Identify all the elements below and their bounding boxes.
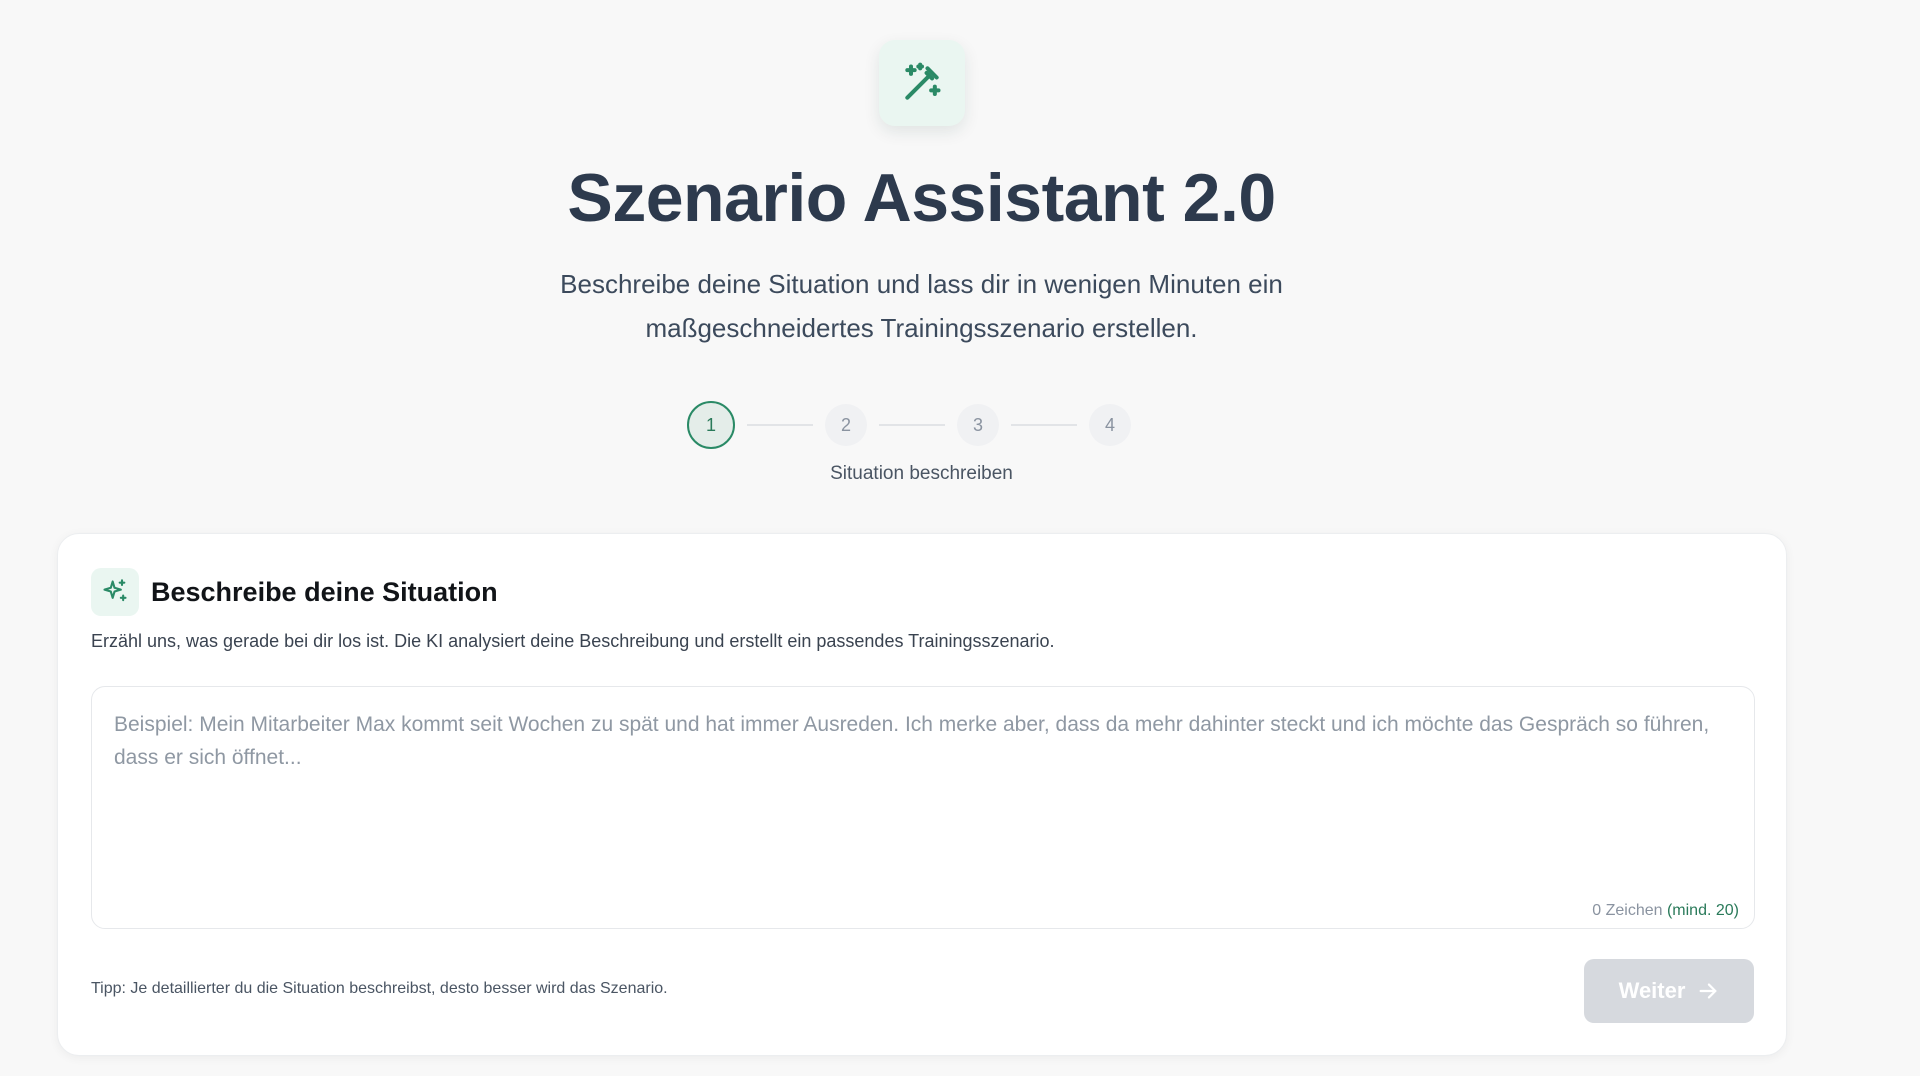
tip-text: Tipp: Je detaillierter du die Situation … bbox=[91, 980, 668, 997]
page-subtitle: Beschreibe deine Situation und lass dir … bbox=[500, 262, 1343, 350]
step-connector bbox=[879, 424, 945, 426]
step-connector bbox=[747, 424, 813, 426]
sparkles-icon bbox=[91, 568, 139, 616]
stepper: 1 2 3 4 bbox=[687, 401, 1131, 449]
next-button[interactable]: Weiter bbox=[1584, 959, 1754, 1023]
step-2[interactable]: 2 bbox=[825, 404, 867, 446]
active-step-label: Situation beschreiben bbox=[830, 463, 1013, 484]
step-3[interactable]: 3 bbox=[957, 404, 999, 446]
situation-card: Beschreibe deine Situation Erzähl uns, w… bbox=[57, 533, 1787, 1056]
subtitle-line-1: Beschreibe deine Situation und lass dir … bbox=[560, 269, 1283, 299]
page-title: Szenario Assistant 2.0 bbox=[567, 160, 1276, 236]
next-button-label: Weiter bbox=[1618, 978, 1686, 1003]
situation-textarea-container: 0 Zeichen (mind. 20) bbox=[91, 686, 1755, 929]
step-1[interactable]: 1 bbox=[687, 401, 735, 449]
char-count-minimum: (mind. 20) bbox=[1666, 902, 1739, 919]
magic-wand-icon bbox=[879, 40, 965, 126]
arrow-right-icon bbox=[1699, 983, 1717, 999]
card-title: Beschreibe deine Situation bbox=[151, 577, 498, 607]
subtitle-line-2: maßgeschneidertes Trainingsszenario erst… bbox=[645, 313, 1198, 343]
situation-textarea[interactable] bbox=[92, 687, 1754, 928]
char-count-value: 0 Zeichen bbox=[1592, 902, 1663, 919]
step-connector bbox=[1011, 424, 1077, 426]
card-description: Erzähl uns, was gerade bei dir los ist. … bbox=[91, 631, 1055, 651]
char-counter: 0 Zeichen (mind. 20) bbox=[1592, 902, 1739, 920]
step-4[interactable]: 4 bbox=[1089, 404, 1131, 446]
